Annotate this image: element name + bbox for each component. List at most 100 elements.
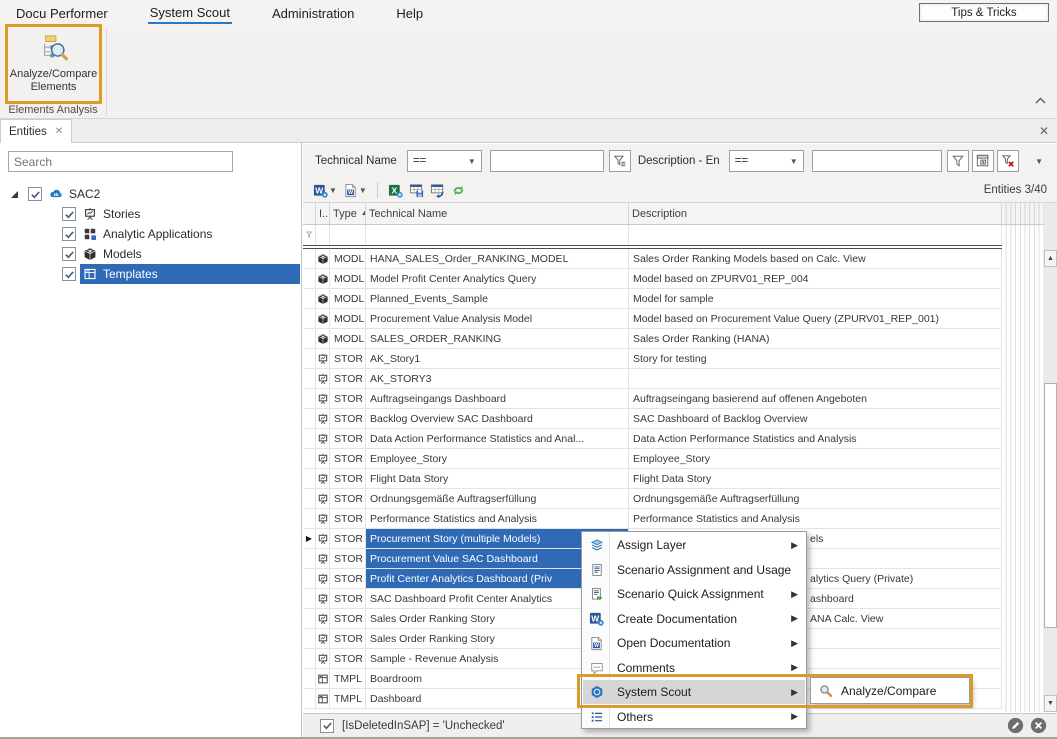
entity-icon-cell[interactable] [316, 589, 330, 609]
export-grid-button[interactable] [429, 182, 446, 199]
description-cell[interactable]: Model based on ZPURV01_REP_004 [629, 269, 1002, 289]
table-row[interactable]: MODLSALES_ORDER_RANKINGSales Order Ranki… [303, 329, 1057, 349]
column-header-description[interactable]: Description [629, 203, 1002, 224]
technical-name-cell[interactable]: Data Action Performance Statistics and A… [366, 429, 629, 449]
type-cell[interactable]: STOR [330, 429, 366, 449]
auto-filter-cell[interactable] [366, 225, 629, 245]
description-cell[interactable] [629, 369, 1002, 389]
expander-icon[interactable] [8, 190, 20, 199]
context-menu-item-comments[interactable]: Comments▶ [583, 656, 805, 680]
type-cell[interactable]: MODL [330, 269, 366, 289]
table-row[interactable]: STORBacklog Overview SAC DashboardSAC Da… [303, 409, 1057, 429]
table-row[interactable]: MODLHANA_SALES_Order_RANKING_MODELSales … [303, 249, 1057, 269]
technical-name-cell[interactable]: Planned_Events_Sample [366, 289, 629, 309]
scroll-down-button[interactable]: ▼ [1044, 695, 1057, 712]
entity-icon-cell[interactable] [316, 449, 330, 469]
type-cell[interactable]: STOR [330, 449, 366, 469]
edit-filter-icon[interactable] [1007, 717, 1024, 734]
table-row[interactable]: STOROrdnungsgemäße AuftragserfüllungOrdn… [303, 489, 1057, 509]
entity-icon-cell[interactable] [316, 509, 330, 529]
tree-node-templates[interactable]: Templates [0, 264, 300, 284]
scrollbar-thumb[interactable] [1044, 383, 1057, 628]
description-cell[interactable]: Sales Order Ranking Models based on Calc… [629, 249, 1002, 269]
technical-name-cell[interactable]: Procurement Value Analysis Model [366, 309, 629, 329]
table-row[interactable]: MODLModel Profit Center Analytics QueryM… [303, 269, 1057, 289]
word-document-button[interactable]: W▼ [342, 182, 368, 199]
panel-close-icon[interactable]: ✕ [1039, 124, 1049, 138]
table-row[interactable]: STORPerformance Statistics and AnalysisP… [303, 509, 1057, 529]
analyze-compare-elements-button[interactable]: Analyze/Compare Elements [8, 29, 99, 102]
type-cell[interactable]: STOR [330, 469, 366, 489]
description-cell[interactable]: Ordnungsgemäße Auftragserfüllung [629, 489, 1002, 509]
type-cell[interactable]: STOR [330, 649, 366, 669]
auto-filter-cell[interactable] [629, 225, 1002, 245]
ribbon-collapse-icon[interactable] [1034, 96, 1047, 105]
tree-checkbox[interactable] [62, 247, 76, 261]
entity-icon-cell[interactable] [316, 409, 330, 429]
technical-name-cell[interactable]: SALES_ORDER_RANKING [366, 329, 629, 349]
technical-name-cell[interactable]: AK_STORY3 [366, 369, 629, 389]
table-row[interactable]: STORAK_Story1Story for testing [303, 349, 1057, 369]
type-cell[interactable]: STOR [330, 629, 366, 649]
context-menu-item-system-scout[interactable]: System Scout▶ [583, 680, 805, 704]
column-header-technical-name[interactable]: Technical Name [366, 203, 629, 224]
type-cell[interactable]: STOR [330, 489, 366, 509]
entity-icon-cell[interactable] [316, 269, 330, 289]
close-filter-icon[interactable] [1030, 717, 1047, 734]
tree-node-stories[interactable]: Stories [0, 204, 300, 224]
technical-name-cell[interactable]: HANA_SALES_Order_RANKING_MODEL [366, 249, 629, 269]
grid-auto-filter-row[interactable] [303, 225, 1057, 245]
description-cell[interactable]: Flight Data Story [629, 469, 1002, 489]
description-cell[interactable]: Employee_Story [629, 449, 1002, 469]
table-row[interactable]: STORFlight Data StoryFlight Data Story [303, 469, 1057, 489]
search-input[interactable] [8, 151, 233, 172]
type-cell[interactable]: TMPL [330, 669, 366, 689]
type-cell[interactable]: STOR [330, 549, 366, 569]
table-row[interactable]: STORData Action Performance Statistics a… [303, 429, 1057, 449]
technical-name-cell[interactable]: Employee_Story [366, 449, 629, 469]
entity-icon-cell[interactable] [316, 629, 330, 649]
description-cell[interactable]: Auftragseingang basierend auf offenen An… [629, 389, 1002, 409]
type-cell[interactable]: MODL [330, 289, 366, 309]
description-cell[interactable]: Data Action Performance Statistics and A… [629, 429, 1002, 449]
type-cell[interactable]: STOR [330, 509, 366, 529]
entity-icon-cell[interactable] [316, 529, 330, 549]
tree-checkbox[interactable] [62, 207, 76, 221]
excel-export-button[interactable]: X [387, 182, 404, 199]
filter-editor-button[interactable] [972, 150, 994, 172]
type-cell[interactable]: STOR [330, 369, 366, 389]
entity-icon-cell[interactable] [316, 389, 330, 409]
type-cell[interactable]: STOR [330, 349, 366, 369]
context-menu-item-others[interactable]: Others▶ [583, 705, 805, 729]
vertical-scrollbar[interactable]: ▲ ▼ [1044, 203, 1057, 712]
tab-close-icon[interactable]: ✕ [55, 126, 63, 137]
menu-administration[interactable]: Administration [270, 3, 356, 23]
tree-node-root[interactable]: SAC2 [0, 184, 300, 204]
description-cell[interactable]: Performance Statistics and Analysis [629, 509, 1002, 529]
menu-help[interactable]: Help [394, 3, 425, 23]
table-row[interactable]: STORAK_STORY3 [303, 369, 1057, 389]
entity-icon-cell[interactable] [316, 429, 330, 449]
technical-name-cell[interactable]: Flight Data Story [366, 469, 629, 489]
filter-field2-input[interactable] [812, 150, 942, 172]
entity-icon-cell[interactable] [316, 249, 330, 269]
refresh-button[interactable] [450, 182, 467, 199]
table-row[interactable]: MODLProcurement Value Analysis ModelMode… [303, 309, 1057, 329]
type-cell[interactable]: MODL [330, 249, 366, 269]
auto-filter-cell[interactable] [316, 225, 330, 245]
save-grid-layout-button[interactable] [408, 182, 425, 199]
word-report-button[interactable]: W▼ [312, 182, 338, 199]
context-menu-item-scenario-assignment-and-usage[interactable]: Scenario Assignment and Usage [583, 558, 805, 582]
type-cell[interactable]: MODL [330, 329, 366, 349]
column-header-i-[interactable]: I... [316, 203, 330, 224]
filter-field2-operator[interactable]: ==▼ [729, 150, 804, 172]
apply-filter-button[interactable] [947, 150, 969, 172]
type-cell[interactable]: STOR [330, 589, 366, 609]
tree-checkbox[interactable] [28, 187, 42, 201]
menu-docu-performer[interactable]: Docu Performer [14, 3, 110, 23]
context-menu-item-create-documentation[interactable]: WCreate Documentation▶ [583, 607, 805, 631]
table-row[interactable]: MODLPlanned_Events_SampleModel for sampl… [303, 289, 1057, 309]
column-header-type[interactable]: Type▲ [330, 203, 366, 224]
entity-icon-cell[interactable] [316, 689, 330, 709]
description-cell[interactable]: SAC Dashboard of Backlog Overview [629, 409, 1002, 429]
